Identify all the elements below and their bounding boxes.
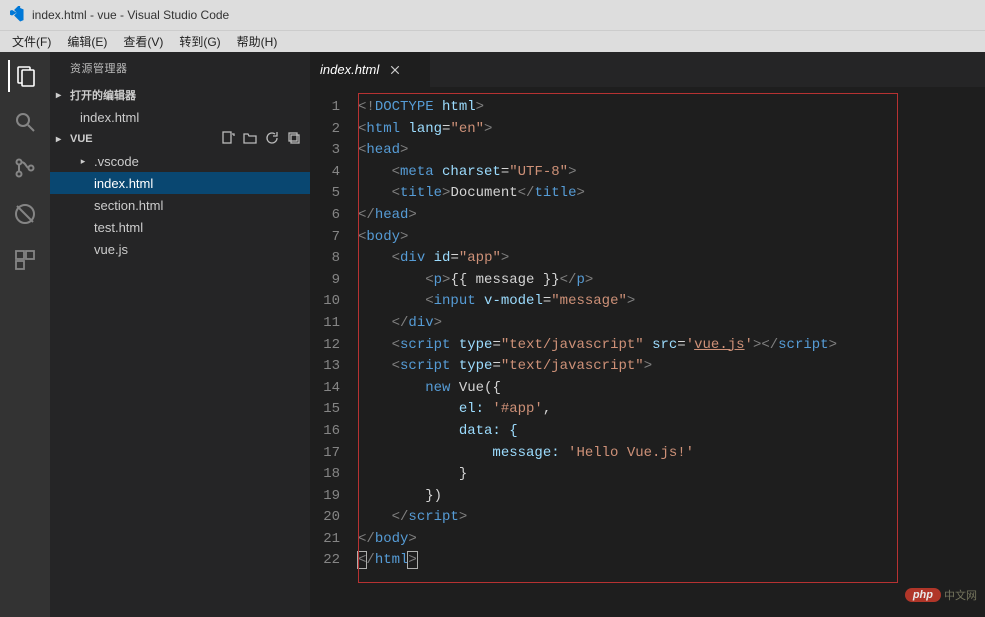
workbench: 资源管理器 ▸ 打开的编辑器 index.html ▸ VUE ▸ .vscod… (0, 52, 985, 617)
open-editors-label: 打开的编辑器 (70, 87, 136, 103)
refresh-icon[interactable] (264, 130, 280, 149)
debug-icon[interactable] (9, 198, 41, 230)
open-editors-section[interactable]: ▸ 打开的编辑器 (50, 84, 310, 106)
file-item-test[interactable]: test.html (50, 216, 310, 238)
editor-group: index.html 12345678910111213141516171819… (310, 52, 985, 617)
menu-go[interactable]: 转到(G) (171, 31, 228, 52)
close-icon[interactable] (387, 62, 403, 78)
collapse-all-icon[interactable] (286, 130, 302, 149)
open-editors-tree: index.html (50, 106, 310, 128)
tab-index-html[interactable]: index.html (310, 52, 430, 87)
vscode-logo-icon (8, 6, 26, 24)
workspace-actions (220, 130, 302, 149)
folder-item-vscode[interactable]: ▸ .vscode (50, 150, 310, 172)
tab-label: index.html (320, 62, 379, 77)
workspace-label: VUE (70, 133, 93, 145)
menu-file[interactable]: 文件(F) (4, 31, 59, 52)
file-label: index.html (94, 176, 153, 191)
file-label: section.html (94, 198, 163, 213)
line-numbers: 12345678910111213141516171819202122 (310, 87, 358, 617)
file-item-section[interactable]: section.html (50, 194, 310, 216)
window-title: index.html - vue - Visual Studio Code (32, 8, 229, 22)
extensions-icon[interactable] (9, 244, 41, 276)
search-icon[interactable] (9, 106, 41, 138)
folder-label: .vscode (94, 154, 139, 169)
open-editor-item[interactable]: index.html (50, 106, 310, 128)
menu-view[interactable]: 查看(V) (115, 31, 171, 52)
code-content[interactable]: <!DOCTYPE html> <html lang="en"> <head> … (358, 87, 985, 617)
menubar: 文件(F) 编辑(E) 查看(V) 转到(G) 帮助(H) (0, 30, 985, 52)
file-item-vuejs[interactable]: vue.js (50, 238, 310, 260)
workspace-tree: ▸ .vscode index.html section.html test.h… (50, 150, 310, 260)
new-file-icon[interactable] (220, 130, 236, 149)
file-label: index.html (80, 110, 139, 125)
sidebar-title: 资源管理器 (50, 52, 310, 84)
source-control-icon[interactable] (9, 152, 41, 184)
new-folder-icon[interactable] (242, 130, 258, 149)
activity-bar (0, 52, 50, 617)
file-label: test.html (94, 220, 143, 235)
titlebar: index.html - vue - Visual Studio Code (0, 0, 985, 30)
tabs-bar: index.html (310, 52, 985, 87)
watermark-text: 中文网 (944, 587, 977, 603)
code-editor[interactable]: 12345678910111213141516171819202122 <!DO… (310, 87, 985, 617)
file-label: vue.js (94, 242, 128, 257)
chevron-right-icon: ▸ (78, 156, 88, 167)
menu-help[interactable]: 帮助(H) (229, 31, 286, 52)
explorer-icon[interactable] (8, 60, 40, 92)
watermark-badge: php (905, 588, 941, 602)
watermark: php 中文网 (905, 587, 977, 603)
chevron-down-icon: ▸ (56, 90, 66, 101)
sidebar: 资源管理器 ▸ 打开的编辑器 index.html ▸ VUE ▸ .vscod… (50, 52, 310, 617)
chevron-down-icon: ▸ (56, 134, 66, 145)
file-item-index[interactable]: index.html (50, 172, 310, 194)
menu-edit[interactable]: 编辑(E) (59, 31, 115, 52)
workspace-section[interactable]: ▸ VUE (50, 128, 310, 150)
